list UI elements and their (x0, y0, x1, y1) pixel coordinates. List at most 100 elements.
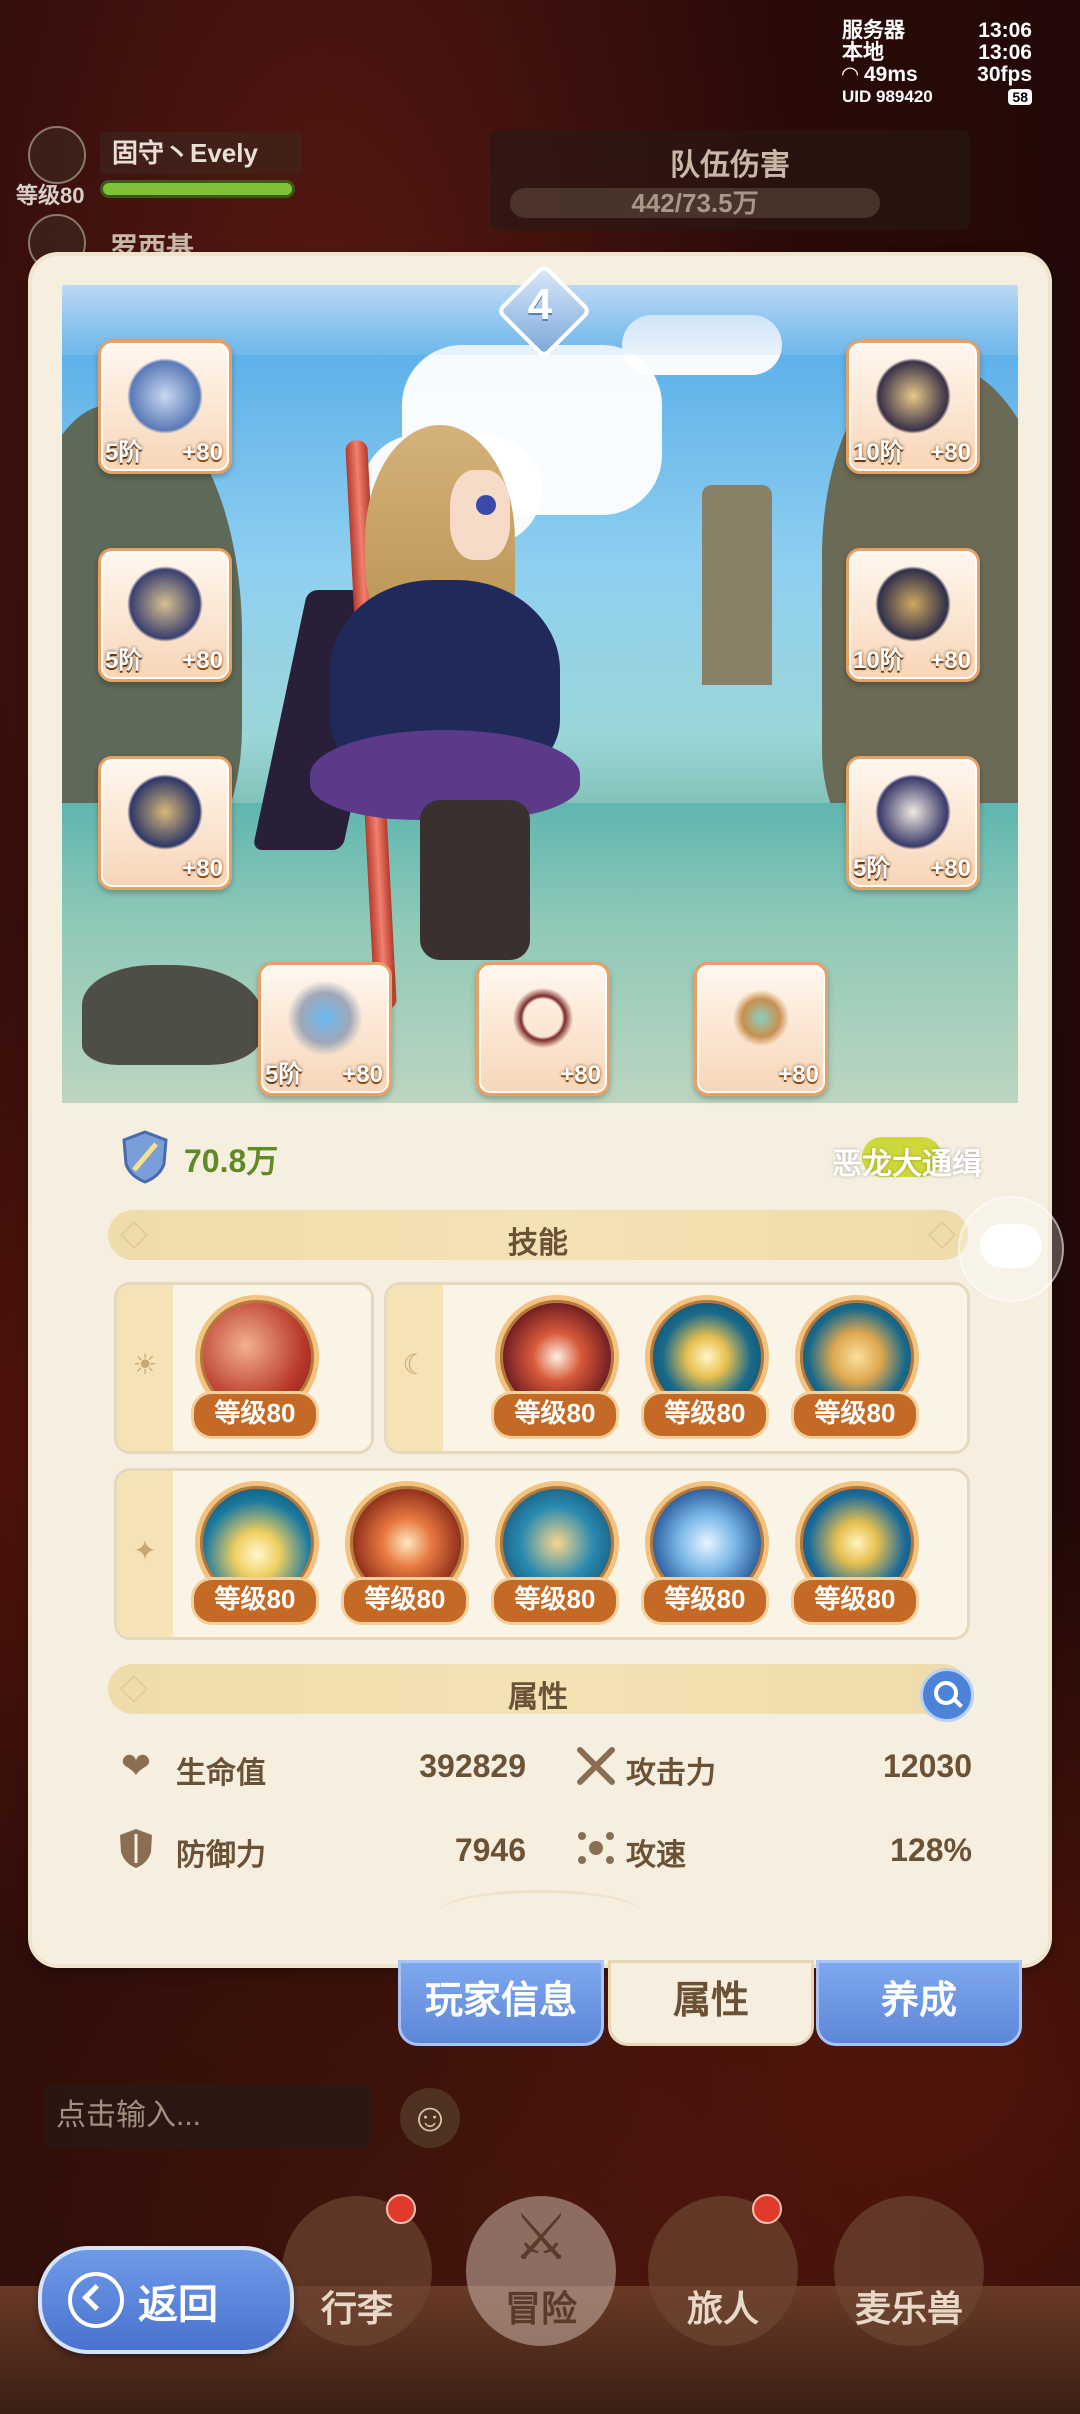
player-avatar-icon[interactable] (28, 126, 86, 184)
skill-slot[interactable]: 等级80 (637, 1477, 769, 1627)
equip-level: +80 (182, 439, 223, 466)
shoulder-armor-icon (867, 561, 959, 647)
nav-inventory-label: 行李 (320, 2288, 393, 2329)
tab-develop[interactable]: 养成 (816, 1960, 1022, 2046)
moon-icon: ☾ (402, 1349, 428, 1380)
ring-icon (279, 975, 371, 1061)
skill-level: 等级80 (341, 1577, 469, 1625)
team-damage-panel: 队伍伤害 442/73.5万 (490, 130, 970, 230)
def-label: 防御力 (176, 1839, 266, 1872)
attributes-header: 属性 (108, 1664, 968, 1714)
equip-slot-chest[interactable]: 5阶 +80 (98, 548, 232, 682)
equip-tier: 5阶 (105, 647, 143, 674)
hp-label: 生命值 (176, 1757, 266, 1790)
skill-slot[interactable]: 等级80 (187, 1291, 319, 1441)
equip-slot-helmet[interactable]: 10阶 +80 (846, 340, 980, 474)
equip-slot-ring[interactable]: 5阶 +80 (258, 962, 392, 1096)
spd-label: 攻速 (626, 1839, 686, 1872)
chest-armor-icon (119, 561, 211, 647)
amulet-icon (715, 975, 807, 1061)
skill-level: 等级80 (641, 1577, 769, 1625)
equip-slot-gloves[interactable]: +80 (98, 756, 232, 890)
equip-level: +80 (930, 855, 971, 882)
skill-slot[interactable]: 等级80 (337, 1477, 469, 1627)
equip-level: +80 (342, 1061, 383, 1088)
sun-icon: ☀ (132, 1349, 158, 1380)
fps-readout: 30fps (977, 63, 1032, 86)
skill-level: 等级80 (191, 1577, 319, 1625)
equip-level: +80 (560, 1061, 601, 1088)
combat-power: 70.8万 (184, 1143, 279, 1179)
atk-label: 攻击力 (626, 1757, 716, 1790)
shield-icon (120, 1829, 152, 1868)
emoji-icon[interactable]: ☺ (400, 2088, 460, 2148)
local-time: 13:06 (978, 41, 1032, 64)
equip-level: +80 (930, 647, 971, 674)
helmet-icon (867, 353, 959, 439)
back-label: 返回 (138, 2283, 218, 2327)
notification-dot (752, 2194, 782, 2224)
local-label: 本地 (842, 41, 884, 64)
rank-badge: 4 (495, 262, 593, 360)
equip-slot-weapon[interactable]: 5阶 +80 (98, 340, 232, 474)
wifi-icon: ◠ (842, 63, 864, 86)
boots-icon (867, 769, 959, 855)
skill-level: 等级80 (791, 1391, 919, 1439)
chat-bubble-button[interactable] (958, 1196, 1064, 1302)
attack-speed-icon (578, 1832, 614, 1864)
skill-slot[interactable]: 等级80 (487, 1291, 619, 1441)
skill-slot[interactable]: 等级80 (787, 1291, 919, 1441)
crossed-swords-icon (577, 1747, 615, 1785)
character-eye (476, 495, 496, 515)
halberd-icon (119, 353, 211, 439)
player-name: 固守丶Evely (100, 132, 302, 174)
skill-level: 等级80 (491, 1391, 619, 1439)
guild-tag[interactable]: 恶龙大通缉 (832, 1135, 982, 1181)
skill-slot[interactable]: 等级80 (787, 1477, 919, 1627)
tab-attributes[interactable]: 属性 (608, 1960, 814, 2046)
crossed-swords-nav-icon: ⚔ (512, 2201, 570, 2273)
necklace-icon (497, 975, 589, 1061)
equip-slot-shoulder[interactable]: 10阶 +80 (846, 548, 980, 682)
equip-slot-necklace[interactable]: +80 (476, 962, 610, 1096)
equip-tier: 5阶 (105, 439, 143, 466)
equip-slot-boots[interactable]: 5阶 +80 (846, 756, 980, 890)
skill-group-star: ✦ 等级80 等级80 等级80 等级80 等级80 (114, 1468, 970, 1640)
skill-slot[interactable]: 等级80 (187, 1477, 319, 1627)
battery-indicator: 58 (1008, 89, 1032, 105)
team-damage-value: 442/73.5万 (510, 188, 880, 218)
skill-group-sun: ☀ 等级80 (114, 1282, 374, 1454)
equip-tier: 5阶 (853, 855, 891, 882)
back-button[interactable]: 返回 (38, 2246, 294, 2354)
skill-group-moon: ☾ 等级80 等级80 等级80 (384, 1282, 970, 1454)
equip-tier: 5阶 (265, 1061, 303, 1088)
skill-slot[interactable]: 等级80 (637, 1291, 769, 1441)
search-button[interactable] (920, 1668, 974, 1722)
player-hp-bar (100, 180, 295, 198)
chat-input[interactable]: 点击输入... (44, 2084, 372, 2148)
shield-sword-icon (122, 1130, 168, 1184)
guild-name: 恶龙大通缉 (832, 1148, 982, 1181)
panel-bottom-ornament (440, 1890, 640, 1933)
skills-header: 技能 (108, 1210, 968, 1260)
character-legs (420, 800, 530, 960)
nav-pet-label: 麦乐兽 (854, 2288, 963, 2329)
equip-level: +80 (182, 647, 223, 674)
skill-level: 等级80 (641, 1391, 769, 1439)
skill-level: 等级80 (491, 1577, 619, 1625)
skill-slot[interactable]: 等级80 (487, 1477, 619, 1627)
rock (82, 965, 262, 1065)
def-value: 7946 (454, 1832, 526, 1868)
equip-level: +80 (182, 855, 223, 882)
notification-dot (386, 2194, 416, 2224)
server-label: 服务器 (842, 19, 905, 42)
equip-tier: 10阶 (853, 647, 904, 674)
equip-slot-amulet[interactable]: +80 (694, 962, 828, 1096)
player-level: 等级80 (16, 183, 85, 208)
tower (702, 485, 772, 685)
character-face (450, 470, 510, 560)
tab-player-info[interactable]: 玩家信息 (398, 1960, 604, 2046)
attributes-title: 属性 (508, 1681, 568, 1714)
gauntlet-icon (119, 769, 211, 855)
heart-icon: ❤ (120, 1745, 152, 1786)
